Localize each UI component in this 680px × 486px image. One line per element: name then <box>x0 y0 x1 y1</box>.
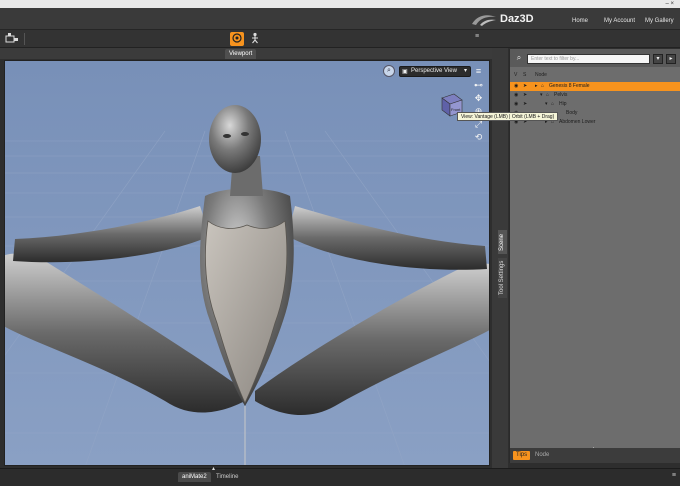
viewport-tooltip: View: Vantage (LMB) | Orbit (LMB + Drag) <box>457 112 559 121</box>
scene-options-button[interactable]: ▾ <box>653 54 663 64</box>
col-visible: V <box>514 72 518 78</box>
scene-menu-button[interactable]: ▸ <box>666 54 676 64</box>
figure-icon: ⌂ <box>541 83 545 89</box>
bone-icon: ⌂ <box>551 101 555 107</box>
bottom-tabbar: aniMate2 Timeline ▴ ≡ <box>0 465 680 486</box>
tab-viewport[interactable]: Viewport <box>225 49 257 59</box>
nav-home-link[interactable]: Home <box>572 18 588 24</box>
col-selectable: S <box>523 72 527 78</box>
bottom-panel-options-icon[interactable]: ≡ <box>672 472 676 479</box>
camera-view-label: Perspective View <box>411 68 457 74</box>
tab-tool-settings[interactable]: Tool Settings <box>498 258 507 298</box>
window-title-strip: – × <box>0 0 680 8</box>
camera-icon: ▣ <box>402 69 408 75</box>
select-icon[interactable]: ➤ <box>523 82 527 91</box>
eye-icon[interactable]: ◉ <box>514 100 518 109</box>
search-icon[interactable]: ⌕ <box>513 52 525 64</box>
toolbar-divider <box>24 33 25 45</box>
tab-timeline[interactable]: Timeline <box>212 472 242 482</box>
eye-icon[interactable]: ◉ <box>514 82 518 91</box>
figure-tool-icon[interactable] <box>248 32 262 46</box>
main-toolbar: ≡ <box>0 30 680 48</box>
nav-my-gallery-link[interactable]: My Gallery <box>645 18 674 24</box>
pose-tool-icon[interactable] <box>230 32 244 46</box>
col-node: Node <box>535 72 547 78</box>
nav-my-account-link[interactable]: My Account <box>604 18 635 24</box>
pan-icon[interactable]: ✥ <box>473 93 484 104</box>
expand-icon[interactable]: ▾ <box>540 91 543 100</box>
viewport-options-icon[interactable]: ≡ <box>473 66 484 77</box>
3d-viewport[interactable]: ⌕ ▣ Perspective View ▾ ≡ ⊷ ✥ ⊕ ⤢ ⟲ Front <box>4 60 490 466</box>
daz-swirl-icon <box>472 15 496 26</box>
camera-search-icon[interactable]: ⌕ <box>383 65 395 77</box>
viewport-tabbar: Viewport <box>0 48 494 59</box>
frame-icon[interactable]: ⊷ <box>473 80 484 91</box>
render-settings-icon[interactable] <box>4 32 20 46</box>
tab-node[interactable]: Node <box>535 451 549 460</box>
side-tab-strip: Scene Tool Settings <box>494 48 508 468</box>
node-label: Pelvis <box>554 92 568 98</box>
scene-row-hip[interactable]: ◉ ➤ ▾ ⌂ Hip <box>510 100 680 109</box>
tab-scene[interactable]: Scene <box>498 230 507 254</box>
eye-icon[interactable]: ◉ <box>514 91 518 100</box>
expand-panel-icon[interactable]: ▴ <box>212 465 215 472</box>
node-label: Body <box>566 110 578 116</box>
scene-toolbar: ⌕ Enter text to filter by... ▾ ▸ <box>510 49 680 67</box>
expand-icon[interactable]: ▾ <box>545 100 548 109</box>
daz3d-logo: Daz3D <box>470 12 550 28</box>
scene-row-genesis-8-female[interactable]: ◉ ➤ ▸ ⌂ Genesis 8 Female <box>510 82 680 91</box>
select-icon[interactable]: ➤ <box>523 91 527 100</box>
scene-row-pelvis[interactable]: ◉ ➤ ▾ ⌂ Pelvis <box>510 91 680 100</box>
node-label: Genesis 8 Female <box>549 83 590 89</box>
expand-icon[interactable]: ▸ <box>535 82 538 91</box>
camera-view-dropdown[interactable]: ▣ Perspective View ▾ <box>399 66 471 77</box>
orbit-icon[interactable]: ⟲ <box>473 132 484 143</box>
window-controls[interactable]: – × <box>665 0 674 8</box>
tab-tips[interactable]: Tips <box>513 451 531 460</box>
scene-render <box>5 61 489 465</box>
node-label: Abdomen Lower <box>559 119 596 125</box>
chevron-down-icon: ▾ <box>463 68 467 74</box>
node-label: Hip <box>559 101 567 107</box>
scene-filter-input[interactable]: Enter text to filter by... <box>527 54 650 64</box>
scene-column-header: V S Node <box>510 71 680 80</box>
panel-options-icon[interactable]: ≡ <box>475 32 485 42</box>
top-menubar: Daz3D Home My Account My Gallery <box>0 8 680 30</box>
brand-name: Daz3D <box>500 13 534 25</box>
bone-icon: ⌂ <box>546 92 550 98</box>
select-icon[interactable]: ➤ <box>523 100 527 109</box>
tab-animate2[interactable]: aniMate2 <box>178 472 211 482</box>
scene-bottom-tabs: Tips Node <box>510 448 680 463</box>
